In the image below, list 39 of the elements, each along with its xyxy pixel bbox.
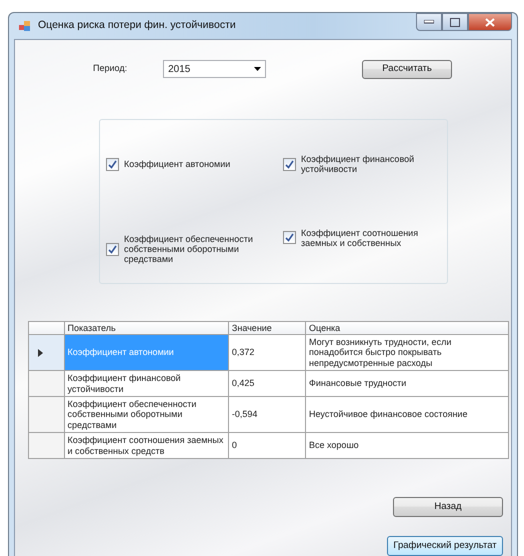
calculate-button[interactable]: Рассчитать [362, 60, 452, 79]
current-row-icon [38, 348, 43, 356]
checkbox[interactable] [106, 158, 119, 171]
maximize-button[interactable] [442, 13, 468, 31]
table-cell: Коэффициент обеспеченности собственными оборотными средствами [64, 396, 228, 432]
table-cell: 0 [228, 432, 306, 458]
checkbox-label: Коэффициент обеспеченности собственными оборотными средствами [124, 234, 254, 265]
period-dropdown[interactable]: 2015 [163, 60, 266, 78]
window-title: Оценка риска потери фин. устойчивости [38, 18, 236, 33]
column-header[interactable]: Показатель [64, 321, 228, 334]
row-header-cell [28, 321, 64, 334]
checkbox[interactable] [106, 242, 119, 256]
maximize-icon [450, 18, 460, 26]
table-cell: Все хорошо [306, 432, 508, 458]
checkbox-label: Коэффициент автономии [124, 159, 232, 170]
table-cell: 0,372 [228, 334, 306, 370]
table-cell: Коэффициент финансовой устойчивости [64, 370, 228, 396]
minimize-button[interactable] [416, 13, 442, 31]
close-icon [485, 18, 495, 26]
table-cell: 0,425 [228, 370, 306, 396]
caret-icon [254, 67, 262, 72]
close-button[interactable] [468, 13, 512, 31]
chart-result-button[interactable]: Графический результат [387, 536, 503, 556]
table-cell: Коэффициент соотношения заемных и собственных средств [64, 432, 228, 458]
table-cell: Коэффициент автономии [64, 334, 228, 370]
table-cell: Неустойчивое финансовое состояние [306, 396, 508, 432]
minimize-icon [424, 20, 434, 24]
checkbox-label: Коэффициент соотношения заемных и собственных [301, 228, 420, 248]
checkbox[interactable] [283, 231, 296, 244]
app-icon [18, 18, 32, 33]
checkbox[interactable] [283, 158, 296, 171]
back-button[interactable]: Назад [393, 497, 503, 517]
column-header[interactable]: Оценка [306, 321, 508, 334]
column-header[interactable]: Значение [228, 321, 306, 334]
table-cell: Могут возникнуть трудности, если понадобится быстро покрывать непредусмотренные расходы [306, 334, 508, 370]
period-label: Период: [93, 62, 128, 76]
table-cell: -0,594 [228, 396, 306, 432]
checkbox-label: Коэффициент финансовой устойчивости [301, 154, 416, 175]
table-cell: Финансовые трудности [306, 370, 508, 396]
